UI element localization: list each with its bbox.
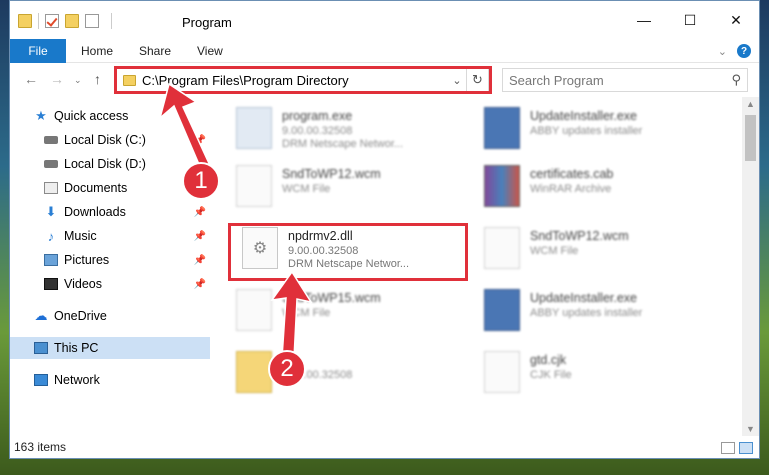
arrow-2-icon <box>270 270 313 359</box>
annotation-arrows <box>158 82 313 359</box>
step-2-callout: 2 <box>268 350 306 388</box>
step-1-callout: 1 <box>182 162 220 200</box>
